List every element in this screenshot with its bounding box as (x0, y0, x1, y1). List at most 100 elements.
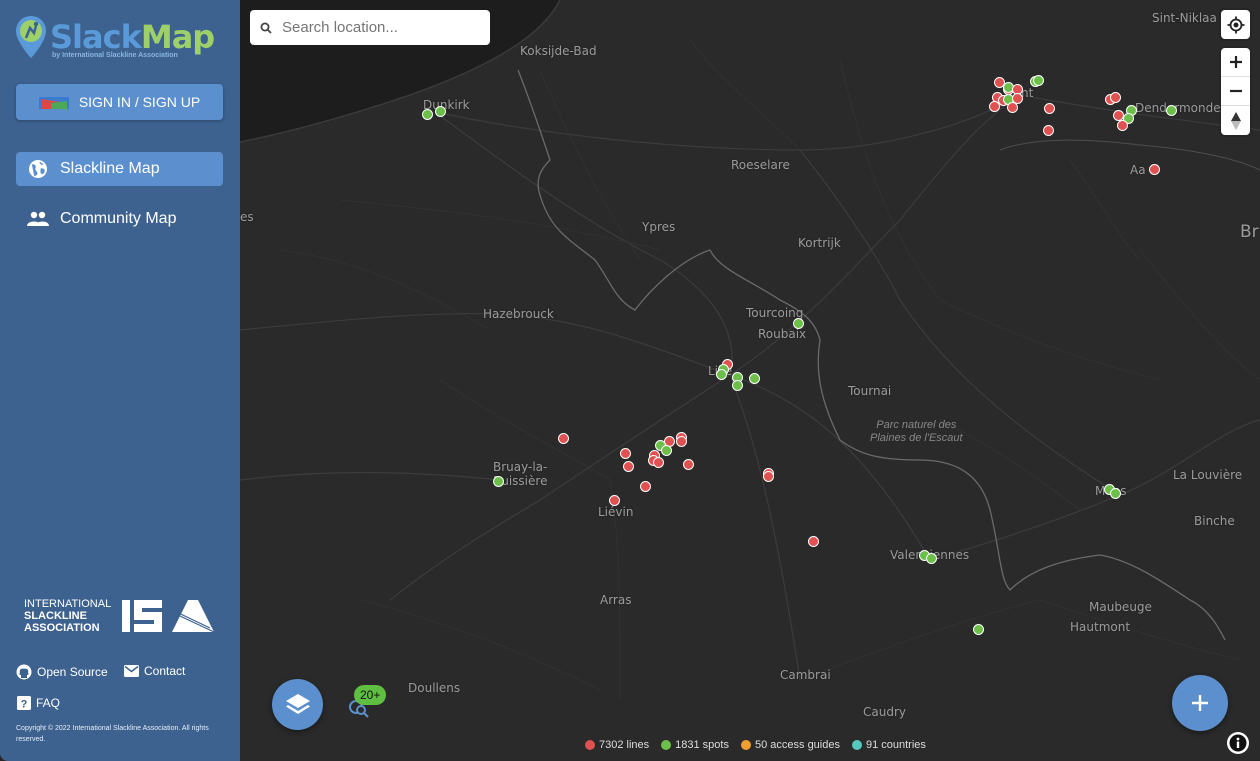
zoom-in-button[interactable] (1221, 48, 1250, 77)
spot-marker[interactable] (748, 372, 760, 384)
nav-label: Slackline Map (60, 160, 160, 177)
spot-marker[interactable] (925, 552, 937, 564)
spot-marker[interactable] (715, 368, 727, 380)
line-marker[interactable] (1043, 102, 1055, 114)
faq-label: FAQ (36, 696, 61, 710)
town-label: Tournai (848, 384, 892, 398)
search-input[interactable] (282, 19, 472, 36)
plus-icon (1229, 56, 1242, 68)
spot-marker[interactable] (792, 317, 804, 329)
spot-marker[interactable] (492, 475, 504, 487)
legend-item: 1831 spots (661, 739, 729, 751)
town-label: Koksijde-Bad (520, 44, 597, 58)
town-label: Arras (600, 593, 632, 607)
app-subtitle: by International Slackline Association (52, 52, 178, 59)
mail-icon (124, 665, 139, 677)
town-label: Caudry (863, 705, 906, 719)
park-label: Parc naturel des Plaines de l'Escaut (870, 419, 963, 444)
globe-icon (16, 159, 60, 179)
nav-slackline-map[interactable]: Slackline Map (16, 152, 223, 186)
zoom-out-button[interactable] (1221, 77, 1250, 106)
spot-marker[interactable] (1032, 74, 1044, 86)
contact-link[interactable]: Contact (124, 664, 185, 678)
info-button[interactable] (1227, 732, 1249, 754)
geolocate-control[interactable] (1221, 10, 1250, 39)
town-label: es (240, 210, 254, 224)
legend-item: 91 countries (851, 739, 926, 751)
plus-icon (1192, 695, 1208, 711)
layers-icon (285, 693, 310, 714)
pin-logo-icon (16, 16, 46, 58)
faq-link[interactable]: ? FAQ (17, 696, 60, 710)
town-label: Cambrai (780, 668, 831, 682)
layers-button[interactable] (272, 679, 323, 730)
town-label: Br (1240, 222, 1259, 242)
legend-dot (661, 740, 672, 750)
line-marker[interactable] (1148, 163, 1160, 175)
town-label: Sint-Niklaa (1152, 11, 1217, 25)
line-marker[interactable] (557, 432, 569, 444)
nav-community-map[interactable]: Community Map (16, 202, 223, 236)
spot-marker[interactable] (434, 105, 446, 117)
legend-dot (851, 740, 862, 750)
town-label: Ypres (642, 220, 676, 234)
help-icon: ? (17, 696, 31, 710)
line-marker[interactable] (1011, 92, 1023, 104)
spot-marker[interactable] (731, 379, 743, 391)
sidebar: SlackMap by International Slackline Asso… (0, 0, 240, 761)
line-marker[interactable] (1112, 109, 1124, 121)
zoom-control[interactable] (1221, 48, 1250, 135)
isa-wordmark: INTERNATIONAL SLACKLINE ASSOCIATION (24, 598, 112, 634)
nav-label: Community Map (60, 210, 177, 227)
line-marker[interactable] (608, 494, 620, 506)
legend-item: 50 access guides (740, 739, 840, 751)
info-icon (1229, 734, 1247, 752)
line-marker[interactable] (652, 456, 664, 468)
line-marker[interactable] (1042, 124, 1054, 136)
search-box[interactable] (250, 10, 490, 45)
line-marker[interactable] (807, 535, 819, 547)
add-spot-button[interactable] (1172, 675, 1228, 731)
town-label: Liévin (598, 505, 634, 519)
open-source-label: Open Source (37, 665, 108, 679)
spot-marker[interactable] (421, 108, 433, 120)
map-legend: 7302 lines 1831 spots 50 access guides 9… (585, 739, 926, 751)
spot-marker[interactable] (660, 444, 672, 456)
sign-in-button[interactable]: SIGN IN / SIGN UP (16, 84, 223, 120)
legend-dot (585, 740, 595, 750)
legend-item: 7302 lines (585, 739, 649, 751)
town-label: Hautmont (1070, 620, 1131, 634)
town-label: La Louvière (1173, 468, 1243, 482)
crosshair-icon (1227, 16, 1244, 33)
line-marker[interactable] (639, 480, 651, 492)
sign-in-label: SIGN IN / SIGN UP (78, 94, 201, 110)
slackmap-logo[interactable]: SlackMap by International Slackline Asso… (14, 14, 226, 62)
spot-marker[interactable] (972, 623, 984, 635)
compass-button[interactable] (1221, 106, 1250, 135)
legend-dot (740, 740, 751, 750)
copyright-text: Copyright © 2022 International Slackline… (16, 725, 209, 743)
open-source-link[interactable]: Open Source (16, 664, 108, 680)
minus-icon (1229, 89, 1242, 93)
town-label: Dendermonde (1135, 101, 1221, 115)
slackline-flag-icon (38, 97, 69, 109)
spot-marker[interactable] (1165, 104, 1177, 116)
line-marker[interactable] (1116, 119, 1128, 131)
cluster-count-badge: 20+ (354, 685, 387, 705)
contact-label: Contact (144, 664, 186, 678)
line-marker[interactable] (619, 447, 631, 459)
geolocate-button[interactable] (1221, 10, 1250, 39)
town-label: Maubeuge (1089, 600, 1152, 614)
line-marker[interactable] (675, 435, 687, 447)
line-marker[interactable] (762, 470, 774, 482)
isa-logo[interactable]: INTERNATIONAL SLACKLINE ASSOCIATION (24, 596, 216, 636)
town-label: Binche (1194, 514, 1235, 528)
line-marker[interactable] (682, 458, 694, 470)
line-marker[interactable] (622, 460, 634, 472)
github-icon (16, 664, 32, 680)
town-label: nt (1021, 86, 1034, 100)
map-canvas[interactable]: Koksijde-Bad Dunkirk Sint-Niklaa nt Dend… (240, 0, 1260, 761)
town-label: Bruay-la- (493, 460, 548, 474)
line-marker[interactable] (1109, 91, 1121, 103)
spot-marker[interactable] (1109, 487, 1121, 499)
